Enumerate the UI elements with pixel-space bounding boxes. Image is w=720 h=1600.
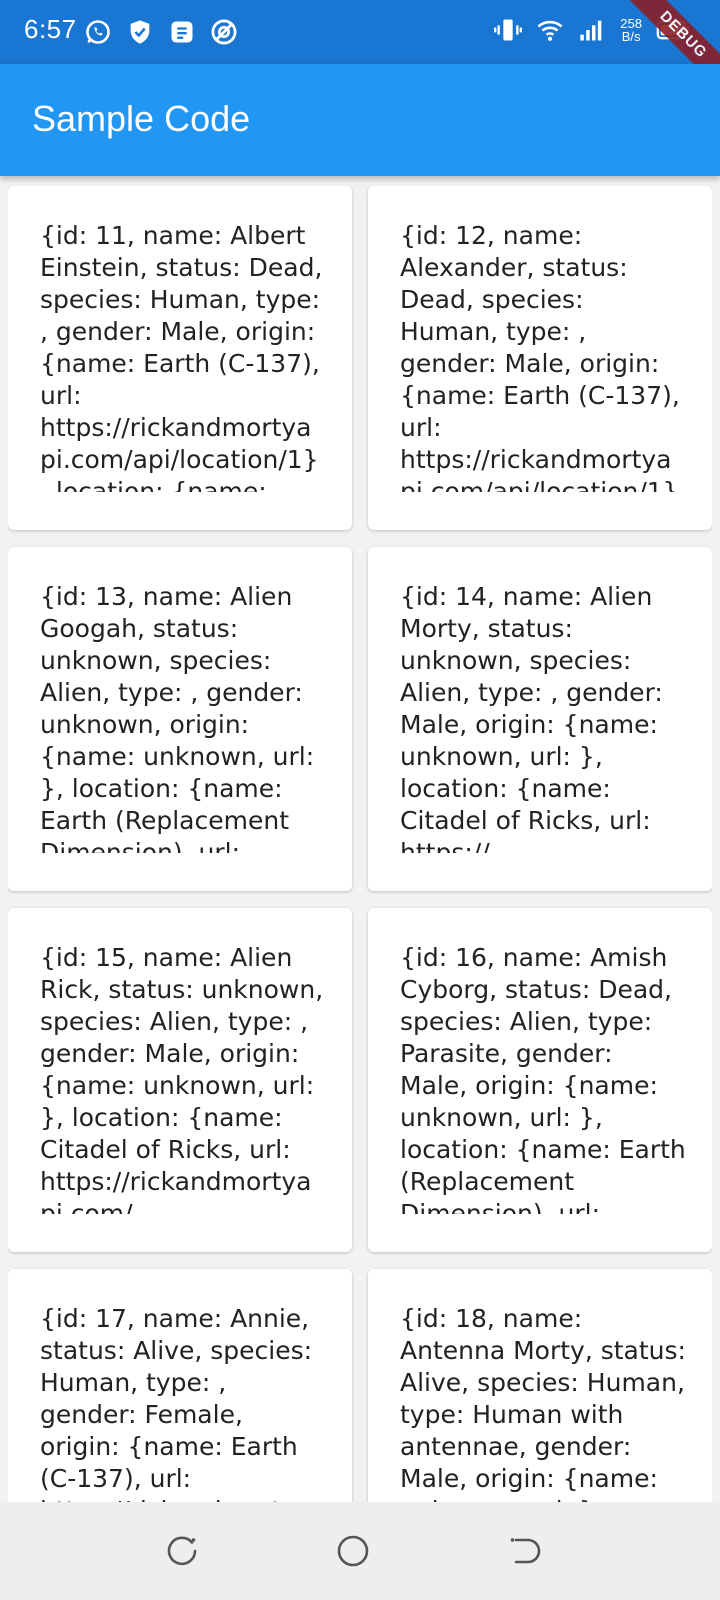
character-card-text: {id: 12, name: Alexander, status: Dead, … bbox=[400, 221, 680, 492]
network-speed-unit: B/s bbox=[621, 29, 641, 44]
character-card-text: {id: 14, name: Alien Morty, status: unkn… bbox=[400, 582, 663, 853]
character-card-text: {id: 11, name: Albert Einstein, status: … bbox=[40, 221, 323, 492]
character-card[interactable]: {id: 16, name: Amish Cyborg, status: Dea… bbox=[368, 908, 712, 1252]
character-card-text: {id: 15, name: Alien Rick, status: unkno… bbox=[40, 943, 324, 1214]
whatsapp-icon bbox=[86, 20, 110, 44]
vibrate-icon bbox=[494, 19, 523, 41]
character-card[interactable]: {id: 18, name: Antenna Morty, status: Al… bbox=[368, 1269, 712, 1502]
at-sign-icon bbox=[211, 19, 237, 45]
system-navigation-bar bbox=[0, 1502, 720, 1600]
character-card[interactable]: {id: 13, name: Alien Googah, status: unk… bbox=[8, 547, 352, 891]
character-card[interactable]: {id: 17, name: Annie, status: Alive, spe… bbox=[8, 1269, 352, 1502]
character-card[interactable]: {id: 14, name: Alien Morty, status: unkn… bbox=[368, 547, 712, 891]
character-card[interactable]: {id: 11, name: Albert Einstein, status: … bbox=[8, 186, 352, 530]
character-card-text: {id: 16, name: Amish Cyborg, status: Dea… bbox=[400, 943, 686, 1214]
notification-icons bbox=[84, 18, 238, 46]
app-bar: Sample Code bbox=[0, 64, 720, 176]
recent-apps-button[interactable] bbox=[166, 1534, 200, 1568]
back-button[interactable] bbox=[508, 1534, 542, 1568]
home-button[interactable] bbox=[336, 1534, 370, 1568]
character-card-text: {id: 17, name: Annie, status: Alive, spe… bbox=[40, 1304, 313, 1502]
character-card[interactable]: {id: 15, name: Alien Rick, status: unkno… bbox=[8, 908, 352, 1252]
character-card-text: {id: 13, name: Alien Googah, status: unk… bbox=[40, 582, 315, 853]
page-title: Sample Code bbox=[32, 98, 251, 139]
status-bar: 6:57 258 B/s DEBUG bbox=[0, 0, 720, 98]
shield-icon bbox=[130, 20, 150, 44]
character-grid[interactable]: {id: 11, name: Albert Einstein, status: … bbox=[8, 186, 712, 1502]
wifi-icon bbox=[537, 20, 563, 41]
character-card-text: {id: 18, name: Antenna Morty, status: Al… bbox=[400, 1304, 686, 1502]
character-card[interactable]: {id: 12, name: Alexander, status: Dead, … bbox=[368, 186, 712, 530]
signal-strength-icon bbox=[580, 20, 602, 41]
notes-app-icon bbox=[171, 21, 193, 43]
network-speed: 258 B/s bbox=[620, 17, 642, 43]
status-time: 6:57 bbox=[24, 14, 77, 44]
